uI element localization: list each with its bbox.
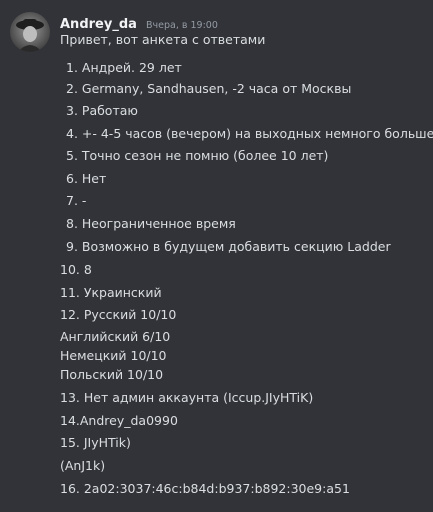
message-intro-text: Привет, вот анкета с ответами bbox=[60, 32, 266, 47]
list-item: 2. Germany, Sandhausen, -2 часа от Москв… bbox=[66, 81, 352, 96]
avatar-image bbox=[10, 12, 50, 52]
user-avatar[interactable] bbox=[10, 12, 50, 52]
chat-message: Andrey_da Вчера, в 19:00 Привет, вот анк… bbox=[0, 0, 433, 512]
message-timestamp: Вчера, в 19:00 bbox=[146, 20, 218, 31]
list-item: 6. Нет bbox=[66, 171, 107, 186]
list-item: 5. Точно сезон не помню (более 10 лет) bbox=[66, 148, 329, 163]
text-line: 12. Русский 10/10 bbox=[60, 307, 177, 322]
text-line: 16. 2a02:3037:46c:b84d:b937:b892:30e9:a5… bbox=[60, 481, 350, 496]
list-item: 7. - bbox=[66, 193, 87, 208]
text-line: 13. Нет админ аккаунта (Iccup.JIyHTiK) bbox=[60, 390, 314, 405]
text-line: 14.Andrey_da0990 bbox=[60, 413, 178, 428]
list-item: 9. Возможно в будущем добавить секцию La… bbox=[66, 239, 391, 254]
list-item: 8. Неограниченное время bbox=[66, 216, 236, 231]
text-line: 15. JIyHTik) bbox=[60, 435, 131, 450]
list-item: 3. Работаю bbox=[66, 103, 138, 118]
text-line: (AnJ1k) bbox=[60, 458, 106, 473]
text-line: Немецкий 10/10 bbox=[60, 348, 167, 363]
text-line: Польский 10/10 bbox=[60, 367, 164, 382]
list-item: 4. +- 4-5 часов (вечером) на выходных не… bbox=[66, 126, 433, 141]
list-item: 1. Андрей. 29 лет bbox=[66, 60, 182, 75]
text-line: Английский 6/10 bbox=[60, 329, 171, 344]
message-header: Andrey_da Вчера, в 19:00 bbox=[60, 13, 218, 32]
text-line: 11. Украинский bbox=[60, 285, 162, 300]
text-line: 10. 8 bbox=[60, 262, 92, 277]
author-username[interactable]: Andrey_da bbox=[60, 17, 137, 32]
